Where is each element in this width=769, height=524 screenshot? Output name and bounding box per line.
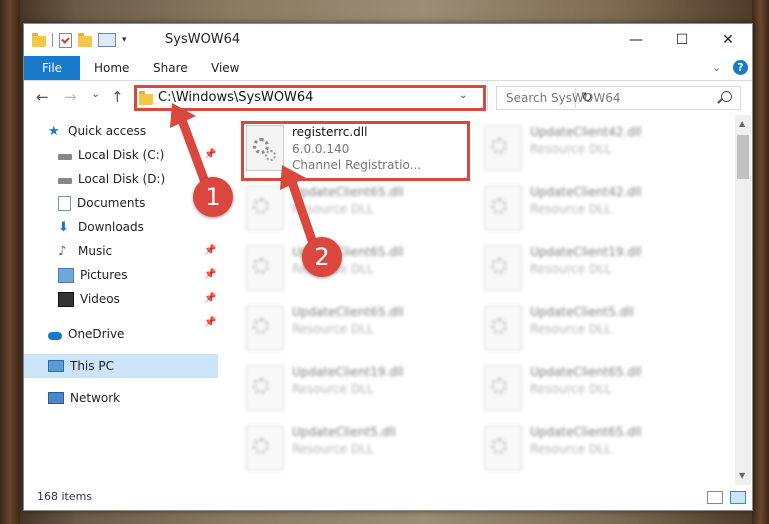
step-1-badge: 1	[193, 177, 233, 217]
step-2-badge: 2	[302, 237, 342, 277]
annotation-arrows	[170, 103, 321, 257]
